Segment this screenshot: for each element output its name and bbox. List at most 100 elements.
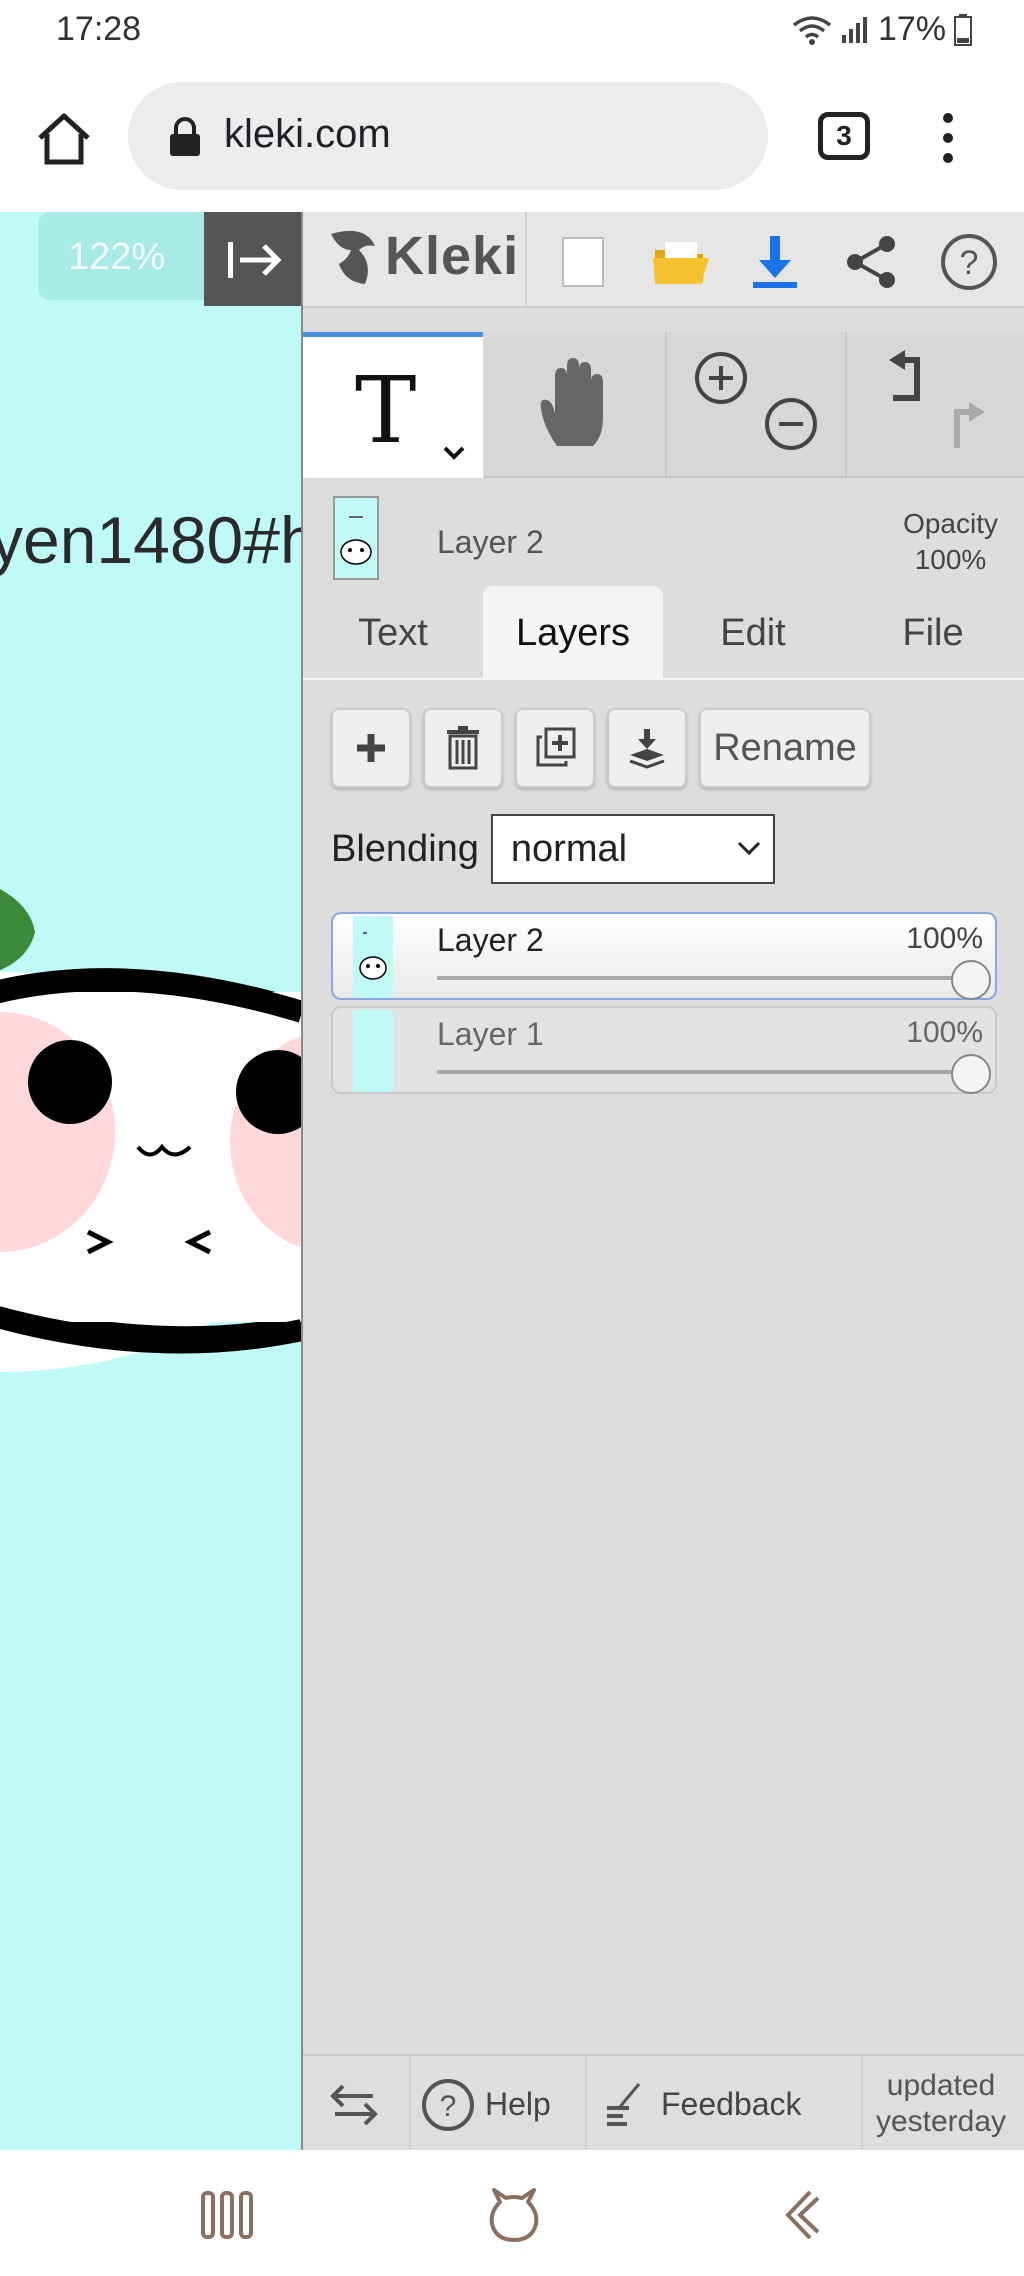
layer-opacity: 100% [906, 1016, 983, 1049]
back-nav-icon[interactable] [780, 2188, 822, 2242]
layer-thumbnail [353, 916, 393, 998]
delete-layer-button[interactable] [423, 708, 503, 788]
opacity-label: Opacity [903, 508, 998, 539]
merge-layer-button[interactable] [607, 708, 687, 788]
status-time: 17:28 [56, 10, 142, 48]
text-tool-icon: T [355, 357, 417, 464]
more-menu-icon[interactable] [936, 108, 960, 168]
layer-actions: Rename [331, 708, 871, 788]
layer-opacity-slider[interactable] [437, 1070, 967, 1074]
home-icon[interactable] [34, 108, 94, 168]
duplicate-icon [536, 727, 576, 767]
blending-label: Blending [331, 827, 479, 870]
battery-icon [954, 13, 972, 46]
status-bar: 17:28 17% [0, 0, 1024, 62]
zoom-out-icon[interactable] [763, 396, 819, 452]
feedback-label: Feedback [661, 2086, 802, 2122]
panel-tabs: Text Layers Edit File [303, 586, 1024, 680]
update-status-line: yesterday [875, 2105, 1007, 2138]
opacity-value: 100% [914, 544, 987, 575]
help-circle-icon[interactable]: ? [939, 232, 999, 292]
open-folder-icon[interactable] [651, 232, 711, 292]
recent-apps-icon[interactable] [200, 2190, 254, 2240]
canvas-text: yen1480#h [0, 503, 302, 577]
update-status[interactable]: updated yesterday [861, 2068, 1021, 2140]
slider-handle[interactable] [951, 1054, 991, 1094]
logo-text: Kleki [385, 226, 520, 286]
update-status-line: updated [886, 2069, 996, 2102]
collapse-panel-button[interactable] [204, 212, 302, 306]
lock-icon [170, 117, 200, 156]
layer-item[interactable]: Layer 1 100% [331, 1006, 997, 1094]
help-button[interactable]: ? Help [415, 2056, 585, 2152]
browser-toolbar: kleki.com 3 [0, 62, 1024, 212]
url-text: kleki.com [224, 112, 391, 156]
toolbar-separator [525, 212, 527, 308]
text-tool-button[interactable]: T [303, 332, 483, 478]
system-nav-bar [0, 2150, 1024, 2276]
svg-text:?: ? [960, 244, 979, 282]
share-icon[interactable] [841, 232, 901, 292]
status-icons: 17% [792, 10, 972, 49]
download-icon[interactable] [745, 232, 805, 292]
tab-text[interactable]: Text [303, 586, 483, 680]
zoom-in-icon[interactable] [693, 350, 749, 406]
logo-bird-icon [331, 230, 375, 284]
help-label: Help [485, 2086, 551, 2122]
zoom-controls [665, 332, 845, 478]
layer-opacity-slider[interactable] [437, 976, 967, 980]
footer-separator [409, 2056, 411, 2152]
feedback-pen-icon [607, 2083, 641, 2126]
hand-icon [540, 358, 603, 446]
kleki-logo: Kleki [325, 224, 519, 288]
add-layer-button[interactable] [331, 708, 411, 788]
blending-select[interactable]: normal [490, 814, 775, 884]
redo-icon[interactable] [943, 396, 1003, 452]
layer-thumbnail-preview [359, 932, 387, 980]
layer-name: Layer 2 [437, 922, 544, 958]
battery-percent: 17% [877, 10, 946, 48]
undo-icon[interactable] [871, 350, 931, 406]
tab-file[interactable]: File [843, 586, 1023, 680]
chevron-down-icon[interactable] [443, 445, 465, 461]
zoom-level: 122% [68, 236, 166, 278]
layer-opacity-readout: Opacity 100% [903, 506, 998, 578]
tab-edit[interactable]: Edit [663, 586, 843, 680]
tab-layers[interactable]: Layers [483, 586, 663, 680]
current-layer-info: Layer 2 Opacity 100% [303, 480, 1024, 580]
help-circle-icon: ? [422, 2079, 474, 2131]
chevron-down-icon [737, 841, 760, 856]
tab-switcher-button[interactable]: 3 [818, 112, 870, 160]
layer-opacity: 100% [906, 922, 983, 955]
feedback-button[interactable]: Feedback [591, 2056, 861, 2152]
footer-separator [585, 2056, 587, 2152]
tool-panel: Kleki ? T Layer 2 Opacity 100% Text Laye… [303, 212, 1024, 2152]
tool-row: T [303, 332, 1024, 478]
url-bar[interactable]: kleki.com [128, 82, 768, 190]
hand-tool-button[interactable] [483, 332, 665, 478]
drawing-canvas[interactable]: yen1480#h 122% [0, 212, 302, 2150]
app-toolbar: Kleki ? [303, 212, 1024, 308]
panel-footer: ? Help Feedback updated yesterday [303, 2054, 1024, 2152]
current-layer-name: Layer 2 [437, 524, 544, 560]
rename-layer-button[interactable]: Rename [699, 708, 871, 788]
layer-thumbnail [353, 1010, 393, 1092]
duplicate-layer-button[interactable] [515, 708, 595, 788]
wifi-icon [792, 15, 832, 45]
plus-icon [357, 734, 385, 762]
swap-sides-icon[interactable] [329, 2082, 379, 2126]
layer-name: Layer 1 [437, 1016, 544, 1052]
trash-icon [447, 726, 479, 770]
home-nav-icon[interactable] [486, 2184, 542, 2244]
signal-icon [841, 16, 867, 43]
history-controls [845, 332, 1024, 478]
slider-handle[interactable] [951, 960, 991, 1000]
blending-row: Blending normal [331, 814, 775, 884]
blending-value: normal [510, 828, 628, 870]
svg-text:?: ? [440, 2090, 457, 2123]
collapse-arrow-icon [228, 242, 282, 278]
new-file-icon[interactable] [553, 232, 613, 292]
merge-down-icon [629, 729, 665, 769]
layer-item[interactable]: Layer 2 100% [331, 912, 997, 1000]
current-layer-thumbnail [333, 496, 379, 580]
